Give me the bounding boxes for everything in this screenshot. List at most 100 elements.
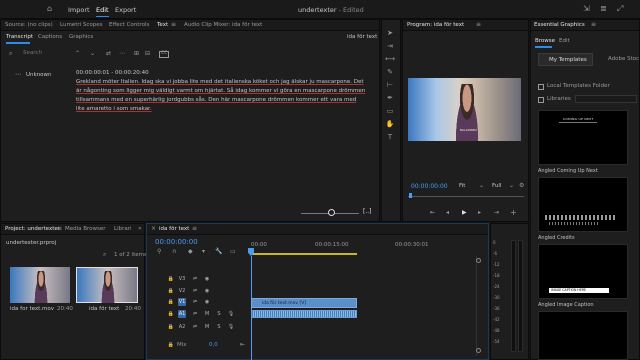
quality-select[interactable]: Full — [492, 183, 501, 189]
a1-mute[interactable]: M — [203, 310, 211, 318]
play-icon[interactable]: ▶ — [462, 210, 467, 216]
program-scrubber[interactable] — [408, 193, 524, 197]
split-icon[interactable]: ⊞ — [134, 51, 139, 57]
eg-menu-icon[interactable]: ≡ — [591, 22, 596, 28]
tab-browse[interactable]: Browse — [535, 38, 555, 44]
a1-lock-icon[interactable]: 🔒 — [167, 310, 175, 318]
v1-lock-icon[interactable]: 🔒 — [167, 298, 175, 306]
track-select-icon[interactable]: ⇥ — [385, 41, 395, 51]
fit-select[interactable]: Fit — [459, 183, 465, 189]
program-title[interactable]: Program: ida för text — [407, 22, 464, 28]
v2-eye-icon[interactable]: ◉ — [203, 287, 211, 295]
scroll-handle-top[interactable] — [476, 258, 481, 263]
nav-export[interactable]: Export — [115, 6, 136, 14]
track-v1[interactable]: 🔒 V1 ⇌ ◉ ida för text.mov [V] — [147, 298, 488, 309]
nav-import[interactable]: Import — [68, 6, 90, 14]
tab-source[interactable]: Source: (no clips) — [5, 22, 53, 28]
scroll-handle-bottom[interactable] — [476, 348, 481, 353]
more-tabs-icon[interactable]: » — [138, 226, 142, 232]
a2-mute[interactable]: M — [203, 323, 211, 331]
video-clip[interactable]: ida för text.mov [V] — [251, 298, 357, 308]
fullscreen-icon[interactable]: ⤢ — [617, 5, 623, 13]
tab-project[interactable]: Project: undertexter — [5, 226, 60, 232]
adobe-stock-tab[interactable]: Adobe Stoc — [608, 56, 639, 62]
program-timecode[interactable]: 00:00:00:00 — [411, 183, 448, 190]
clip-thumb-1[interactable] — [10, 267, 70, 303]
mix-nav-icon[interactable]: ⇤ — [240, 342, 245, 348]
a1-label[interactable]: A1 — [178, 310, 186, 318]
v3-sync-icon[interactable]: ⇌ — [191, 275, 199, 283]
track-a2[interactable]: 🔒 A2 ⇌ M S 🎙 — [147, 323, 488, 334]
replace-icon[interactable]: ⇄ — [106, 51, 111, 57]
program-video[interactable]: BALLINSEN — [408, 78, 521, 141]
timeline-timecode[interactable]: 00:00:00:00 — [155, 238, 198, 246]
libraries-checkbox[interactable] — [538, 97, 544, 103]
v2-lock-icon[interactable]: 🔒 — [167, 287, 175, 295]
subtab-captions[interactable]: Captions — [38, 34, 62, 40]
v3-eye-icon[interactable]: ◉ — [203, 275, 211, 283]
work-area-bar[interactable] — [251, 253, 357, 255]
snap-icon[interactable]: ⚲ — [157, 249, 161, 255]
captions-icon[interactable]: CC — [159, 51, 170, 58]
rectangle-icon[interactable]: ▭ — [385, 106, 395, 116]
a1-solo[interactable]: S — [215, 310, 223, 318]
type-icon[interactable]: T — [385, 132, 395, 142]
merge-icon[interactable]: ⊟ — [145, 51, 150, 57]
local-templates-checkbox[interactable] — [538, 84, 544, 90]
subtab-graphics[interactable]: Graphics — [69, 34, 93, 40]
a2-lock-icon[interactable]: 🔒 — [167, 323, 175, 331]
razor-icon[interactable]: ✎ — [385, 67, 395, 77]
v2-label[interactable]: V2 — [178, 287, 186, 295]
marker-add-icon[interactable]: ▾ — [202, 249, 205, 255]
step-forward-icon[interactable]: ⇥ — [494, 210, 499, 216]
home-icon[interactable]: ⌂ — [47, 5, 52, 13]
a2-mic-icon[interactable]: 🎙 — [227, 323, 235, 331]
tab-sequence[interactable]: ida för text — [159, 226, 189, 232]
project-search-icon[interactable]: ⌕ — [103, 252, 106, 258]
wrench-icon[interactable]: 🔧 — [215, 249, 222, 255]
template-thumb-coming-up-next[interactable]: COMING UP NEXT — [538, 110, 628, 165]
slip-icon[interactable]: ⊢ — [385, 80, 395, 90]
arrow-down-icon[interactable]: ⌄ — [90, 51, 95, 57]
v3-lock-icon[interactable]: 🔒 — [167, 275, 175, 283]
fit-icon[interactable]: [..] — [363, 209, 372, 215]
sequence-menu-icon[interactable]: ≡ — [192, 226, 197, 232]
program-playhead[interactable] — [409, 193, 412, 198]
marker-icon[interactable]: ◆ — [188, 249, 193, 255]
clip-thumb-2[interactable] — [76, 267, 138, 303]
v1-eye-icon[interactable]: ◉ — [203, 298, 211, 306]
workspaces-icon[interactable]: ⇲ — [583, 5, 590, 13]
tab-lumetri-scopes[interactable]: Lumetri Scopes — [60, 22, 103, 28]
pen-icon[interactable]: ✒ — [385, 93, 395, 103]
fit-chevron-icon[interactable]: ⌄ — [479, 183, 484, 189]
tab-audio-clip-mixer[interactable]: Audio Clip Mixer: ida för text — [184, 22, 262, 28]
tab-media-browser[interactable]: Media Browser — [65, 226, 106, 232]
mix-value[interactable]: 0,0 — [209, 342, 218, 348]
mix-lock-icon[interactable]: 🔒 — [167, 341, 175, 349]
a2-sync-icon[interactable]: ⇌ — [191, 323, 199, 331]
track-v3[interactable]: 🔒 V3 ⇌ ◉ — [147, 275, 488, 286]
ripple-edit-icon[interactable]: ⟷ — [385, 54, 395, 64]
subtab-transcript[interactable]: Transcript — [6, 34, 33, 40]
frame-forward-icon[interactable]: ▸ — [478, 210, 481, 216]
timeline-scrollbar[interactable] — [476, 256, 481, 356]
frame-back-icon[interactable]: ◂ — [446, 210, 449, 216]
template-thumb-4[interactable] — [538, 311, 628, 360]
essential-graphics-title[interactable]: Essential Graphics — [534, 22, 585, 28]
settings-icon[interactable]: ⚙ — [519, 183, 524, 189]
selection-tool-icon[interactable]: ➤ — [385, 28, 395, 38]
template-thumb-credits[interactable] — [538, 177, 628, 232]
arrow-up-icon[interactable]: ⌃ — [75, 51, 80, 57]
nav-edit[interactable]: Edit — [96, 6, 109, 17]
speaker-menu-icon[interactable]: ⋯ — [15, 72, 21, 78]
add-button-icon[interactable]: + — [510, 209, 517, 217]
transcript-text[interactable]: Grekland möter Italien. Idag ska vi jobb… — [76, 78, 366, 114]
quality-chevron-icon[interactable]: ⌄ — [509, 183, 514, 189]
track-a1[interactable]: 🔒 A1 ⇌ M S 🎙 — [147, 310, 488, 322]
a1-sync-icon[interactable]: ⇌ — [191, 310, 199, 318]
close-tab-icon[interactable]: × — [151, 226, 156, 232]
template-thumb-image-caption[interactable]: IMAGE CAPTION HERE — [538, 244, 628, 299]
my-templates-tab[interactable]: My Templates — [538, 53, 593, 66]
v1-sync-icon[interactable]: ⇌ — [191, 298, 199, 306]
tab-text[interactable]: Text — [157, 22, 168, 28]
